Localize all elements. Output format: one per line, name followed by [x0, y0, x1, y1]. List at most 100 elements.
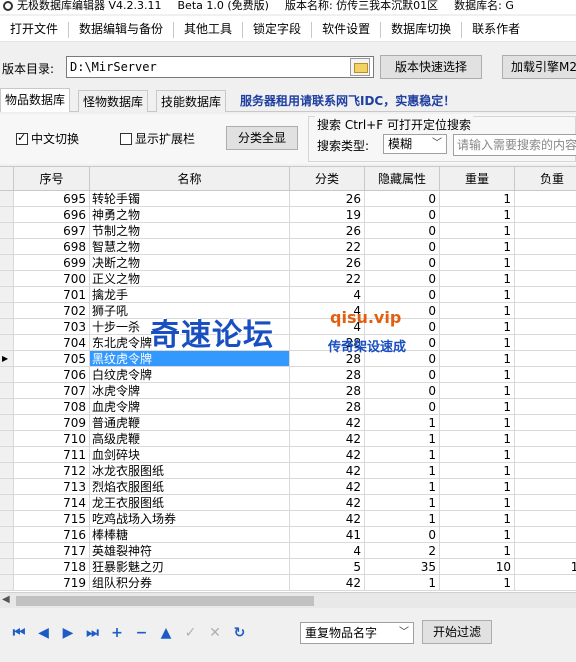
cell-hidden-attr[interactable]: 1	[365, 415, 440, 431]
cell-weight[interactable]: 1	[440, 223, 515, 239]
cell-hidden-attr[interactable]: 0	[365, 399, 440, 415]
cell-hidden-attr[interactable]: 0	[365, 287, 440, 303]
cell-load[interactable]	[515, 351, 576, 367]
column-header-category[interactable]: 分类	[290, 167, 365, 191]
cell-weight[interactable]: 1	[440, 287, 515, 303]
cell-index[interactable]: 703	[14, 319, 90, 335]
cell-name[interactable]: 转轮手镯	[90, 191, 290, 207]
cell-load[interactable]: 9	[515, 543, 576, 559]
cell-weight[interactable]: 1	[440, 495, 515, 511]
cancel-record-icon[interactable]: ✕	[204, 624, 226, 642]
tab-item-db[interactable]: 物品数据库	[0, 88, 71, 112]
cell-name[interactable]: 决断之物	[90, 255, 290, 271]
cell-load[interactable]	[515, 239, 576, 255]
cell-load[interactable]	[515, 511, 576, 527]
cell-weight[interactable]: 1	[440, 399, 515, 415]
prior-record-icon[interactable]: ◀	[33, 624, 55, 642]
cell-hidden-attr[interactable]: 0	[365, 367, 440, 383]
cell-index[interactable]: 711	[14, 447, 90, 463]
row-indicator[interactable]	[0, 559, 14, 575]
menu-db-switch[interactable]: 数据库切换	[381, 16, 461, 41]
row-indicator[interactable]	[0, 575, 14, 591]
menu-other-tools[interactable]: 其他工具	[174, 16, 242, 41]
horizontal-scrollbar[interactable]: ◀	[0, 592, 576, 608]
quick-select-button[interactable]: 版本快速选择	[380, 55, 482, 79]
cell-hidden-attr[interactable]: 0	[365, 319, 440, 335]
cell-category[interactable]: 4	[290, 319, 365, 335]
row-indicator[interactable]	[0, 367, 14, 383]
cell-index[interactable]: 715	[14, 511, 90, 527]
cell-index[interactable]: 696	[14, 207, 90, 223]
cell-load[interactable]	[515, 223, 576, 239]
table-row[interactable]: 718狂暴影魅之刃5351013	[0, 559, 576, 575]
cell-index[interactable]: 714	[14, 495, 90, 511]
cell-load[interactable]	[515, 463, 576, 479]
start-filter-button[interactable]: 开始过滤	[422, 620, 492, 644]
version-directory-input[interactable]: D:\MirServer	[66, 56, 374, 78]
row-indicator[interactable]	[0, 207, 14, 223]
cell-weight[interactable]: 1	[440, 447, 515, 463]
table-row[interactable]: 708 血虎令牌 28 0 1	[0, 399, 576, 415]
table-row[interactable]: 695 转轮手镯 26 0 1	[0, 191, 576, 207]
cell-hidden-attr[interactable]: 0	[365, 271, 440, 287]
cell-category[interactable]: 42	[290, 479, 365, 495]
table-row[interactable]: 698 智慧之物 22 0 1	[0, 239, 576, 255]
cell-load[interactable]	[515, 207, 576, 223]
cell-index[interactable]: 707	[14, 383, 90, 399]
cell-index[interactable]: 699	[14, 255, 90, 271]
cell-category[interactable]: 4	[290, 287, 365, 303]
cell-category[interactable]: 28	[290, 383, 365, 399]
row-indicator[interactable]	[0, 271, 14, 287]
cell-category[interactable]: 42	[290, 415, 365, 431]
row-indicator[interactable]	[0, 191, 14, 207]
cell-hidden-attr[interactable]: 0	[365, 383, 440, 399]
table-row[interactable]: 696 神勇之物 19 0 1	[0, 207, 576, 223]
cell-load[interactable]	[515, 367, 576, 383]
cell-index[interactable]: 708	[14, 399, 90, 415]
row-indicator[interactable]	[0, 463, 14, 479]
search-type-select[interactable]: 模糊 ﹀	[383, 134, 447, 154]
cell-weight[interactable]: 10	[440, 559, 515, 575]
cell-name[interactable]: 冰虎令牌	[90, 383, 290, 399]
show-expand-checkbox[interactable]: 显示扩展栏	[120, 130, 195, 147]
column-header-weight[interactable]: 重量	[440, 167, 515, 191]
cell-hidden-attr[interactable]: 0	[365, 527, 440, 543]
cell-index[interactable]: 701	[14, 287, 90, 303]
row-indicator[interactable]	[0, 511, 14, 527]
cell-name[interactable]: 英雄裂神符	[90, 543, 290, 559]
row-indicator[interactable]	[0, 415, 14, 431]
cell-hidden-attr[interactable]: 1	[365, 447, 440, 463]
cell-name[interactable]: 擒龙手	[90, 287, 290, 303]
cell-category[interactable]: 42	[290, 447, 365, 463]
load-engine-button[interactable]: 加载引擎M2	[502, 55, 576, 79]
cell-index[interactable]: 697	[14, 223, 90, 239]
row-indicator[interactable]	[0, 223, 14, 239]
cell-category[interactable]: 4	[290, 303, 365, 319]
cell-load[interactable]	[515, 447, 576, 463]
cell-hidden-attr[interactable]: 0	[365, 191, 440, 207]
table-row[interactable]: 719 组队积分券 42 1 1	[0, 575, 576, 591]
show-all-categories-button[interactable]: 分类全显	[226, 126, 298, 150]
cell-load[interactable]	[515, 335, 576, 351]
cell-name[interactable]: 血剑碎块	[90, 447, 290, 463]
cell-hidden-attr[interactable]: 1	[365, 575, 440, 591]
cell-name[interactable]: 正义之物	[90, 271, 290, 287]
cell-index[interactable]: 700	[14, 271, 90, 287]
row-indicator[interactable]	[0, 335, 14, 351]
cell-weight[interactable]: 1	[440, 207, 515, 223]
edit-record-icon[interactable]: ▲	[155, 624, 177, 642]
cell-name[interactable]: 狂暴影魅之刃	[90, 559, 290, 575]
cell-weight[interactable]: 1	[440, 351, 515, 367]
cell-index[interactable]: 710	[14, 431, 90, 447]
menu-open-file[interactable]: 打开文件	[0, 16, 68, 41]
cell-index[interactable]: 705	[14, 351, 90, 367]
row-indicator[interactable]	[0, 527, 14, 543]
row-indicator[interactable]	[0, 495, 14, 511]
cell-hidden-attr[interactable]: 0	[365, 239, 440, 255]
cell-hidden-attr[interactable]: 35	[365, 559, 440, 575]
cell-weight[interactable]: 1	[440, 239, 515, 255]
table-row[interactable]: 702 狮子吼 4 0 1	[0, 303, 576, 319]
table-row[interactable]: 700 正义之物 22 0 1	[0, 271, 576, 287]
cell-hidden-attr[interactable]: 0	[365, 303, 440, 319]
cell-load[interactable]	[515, 255, 576, 271]
